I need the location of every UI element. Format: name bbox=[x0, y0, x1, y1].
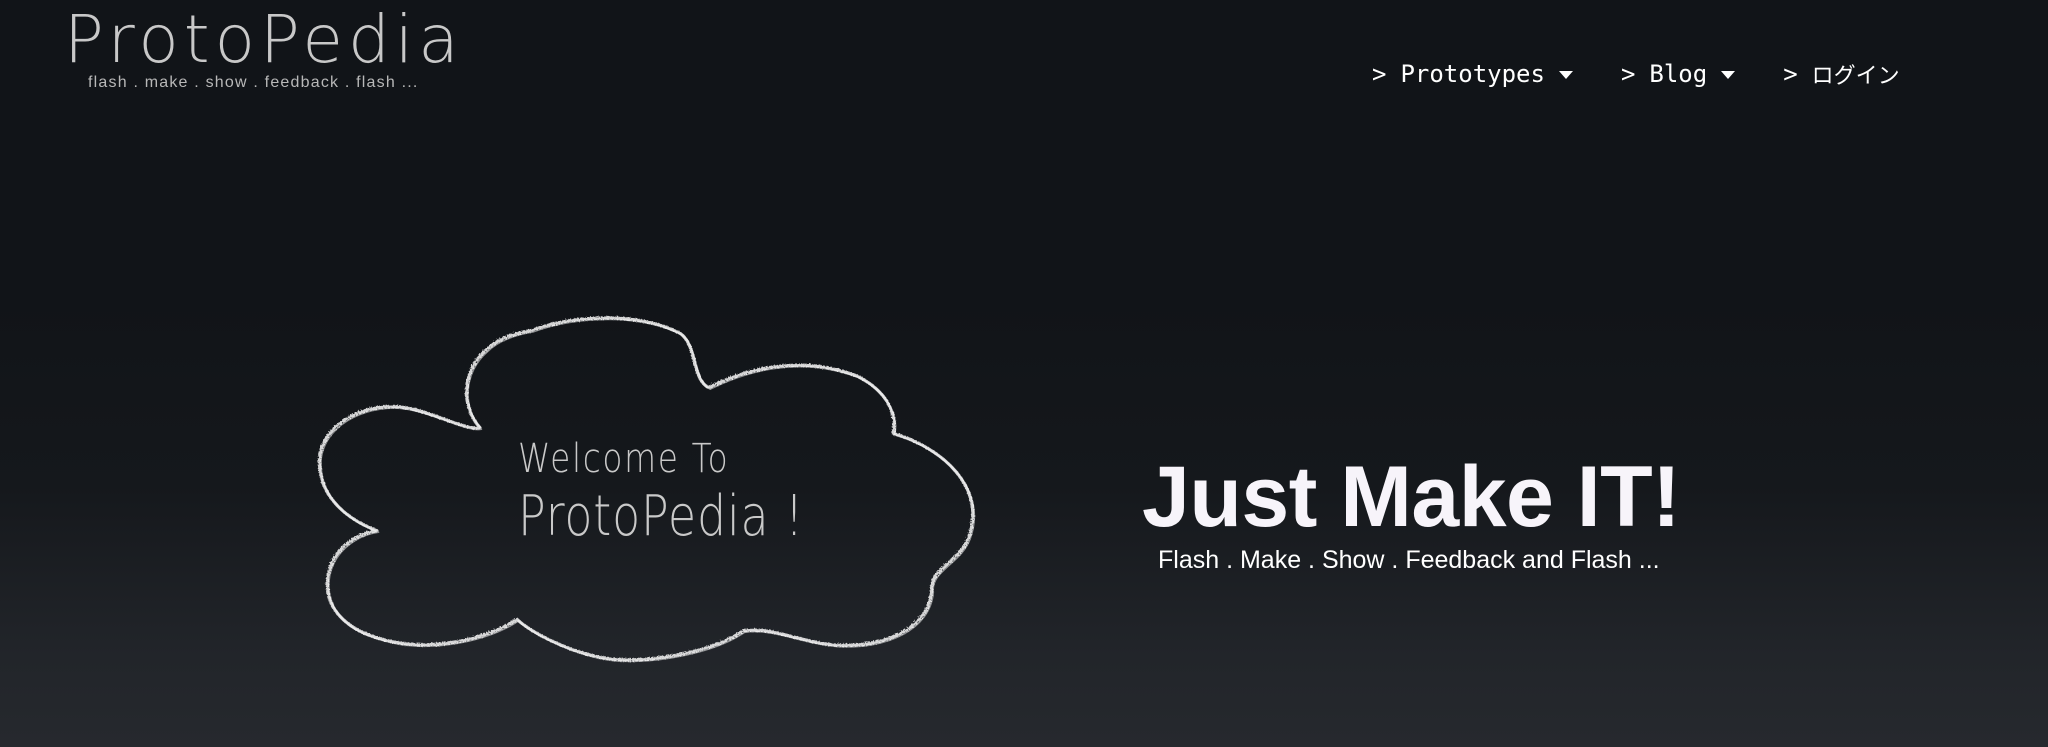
nav-label: ログイン bbox=[1811, 64, 1900, 89]
site-logo[interactable]: ProtoPedia flash . make . show . feedbac… bbox=[64, 1, 464, 92]
nav-prefix: > bbox=[1620, 60, 1636, 88]
nav-item-blog[interactable]: > Blog bbox=[1620, 60, 1736, 88]
hero-section: Just Make IT! Flash . Make . Show . Feed… bbox=[1142, 449, 1681, 575]
nav-label: Blog bbox=[1649, 60, 1708, 88]
hero-subtitle: Flash . Make . Show . Feedback and Flash… bbox=[1158, 546, 1660, 574]
cloud-text: Welcome To ProtoPedia ! bbox=[518, 435, 804, 551]
nav-prefix: > bbox=[1783, 60, 1798, 88]
hero-title: Just Make IT! bbox=[1142, 449, 1681, 545]
logo-tagline: flash . make . show . feedback . flash .… bbox=[88, 74, 419, 91]
logo-title: ProtoPedia bbox=[64, 1, 464, 78]
nav-item-login[interactable]: > ログイン bbox=[1783, 58, 1899, 90]
nav-label: Prototypes bbox=[1400, 60, 1545, 88]
nav-item-prototypes[interactable]: > Prototypes bbox=[1372, 60, 1573, 88]
cloud-welcome-line: Welcome To bbox=[518, 436, 730, 482]
caret-down-icon bbox=[1721, 71, 1736, 79]
caret-down-icon bbox=[1558, 71, 1573, 79]
main-nav: > Prototypes > Blog > ログイン bbox=[1372, 58, 1900, 90]
welcome-cloud: Welcome To ProtoPedia ! bbox=[300, 305, 980, 685]
cloud-brand-line: ProtoPedia ! bbox=[518, 484, 805, 549]
nav-prefix: > bbox=[1372, 60, 1387, 88]
